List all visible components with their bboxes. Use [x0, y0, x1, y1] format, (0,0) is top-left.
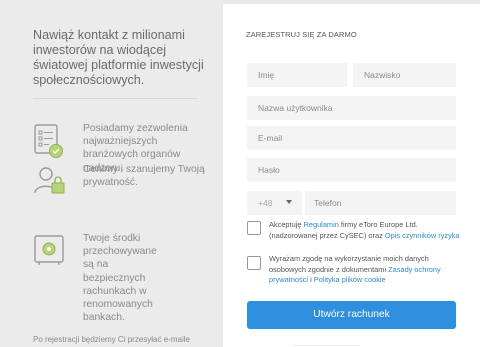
risk-disclosure-link[interactable]: Opis czynników ryzyka: [385, 231, 460, 240]
terms-checkbox[interactable]: [247, 221, 261, 235]
footnote: ........................................: [293, 342, 360, 347]
terms-link[interactable]: Regulamin: [304, 220, 339, 229]
bottom-note: Po rejestracji będziemy Ci przesyłać e-m…: [33, 335, 190, 344]
username-input[interactable]: [258, 97, 455, 119]
form-title: ZAREJESTRUJ SIĘ ZA DARMO: [246, 30, 357, 39]
headline: Nawiąż kontakt z milionami inwestorów na…: [33, 28, 204, 87]
country-code-value: +48: [258, 198, 273, 208]
password-field[interactable]: [247, 158, 456, 182]
first-name-input[interactable]: [258, 64, 346, 86]
divider: [33, 98, 198, 99]
user-lock-icon: [33, 163, 67, 202]
create-account-button[interactable]: Utwórz rachunek: [247, 301, 456, 329]
feature-text: Cenimy i szanujemy Twoją prywatność.: [83, 164, 205, 189]
licensed-checklist-icon: [33, 122, 65, 165]
consent-text: Wyrażam zgodę na wykorzystanie moich dan…: [269, 254, 441, 284]
safe-vault-icon: [33, 232, 67, 273]
last-name-input[interactable]: [364, 64, 455, 86]
email-input[interactable]: [258, 127, 455, 149]
feature-text: Twoje środki przechowywane są na bezpiec…: [83, 233, 157, 324]
terms-text: Akceptuję Regulamin firmy eToro Europe L…: [269, 220, 460, 240]
signup-form: ZAREJESTRUJ SIĘ ZA DARMO +48 Akceptuję R…: [223, 4, 480, 347]
country-code-select[interactable]: +48: [247, 191, 302, 215]
phone-field[interactable]: [305, 191, 456, 215]
phone-input[interactable]: [314, 192, 455, 214]
cookie-policy-link[interactable]: Polityka plików cookie: [314, 275, 386, 284]
consent-checkbox[interactable]: [247, 256, 261, 270]
password-input[interactable]: [258, 159, 455, 181]
chevron-down-icon: [286, 200, 292, 204]
username-field[interactable]: [247, 96, 456, 120]
email-field[interactable]: [247, 126, 456, 150]
first-name-field[interactable]: [247, 63, 347, 87]
last-name-field[interactable]: [353, 63, 456, 87]
info-panel: Nawiąż kontakt z milionami inwestorów na…: [0, 0, 222, 347]
